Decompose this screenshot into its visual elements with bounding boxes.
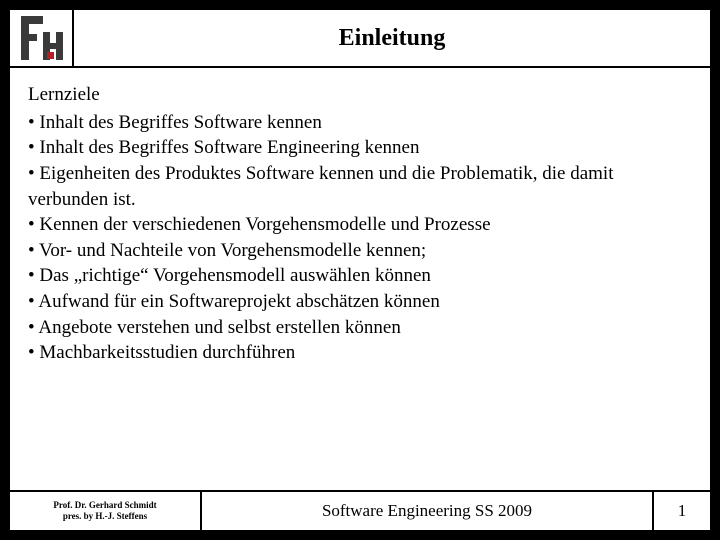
list-item: • Inhalt des Begriffes Software kennen bbox=[28, 110, 692, 136]
author-line-1: Prof. Dr. Gerhard Schmidt bbox=[53, 500, 156, 511]
author-line-2: pres. by H.-J. Steffens bbox=[63, 511, 147, 522]
list-item: • Machbarkeitsstudien durchführen bbox=[28, 340, 692, 366]
bullet-list: • Inhalt des Begriffes Software kennen •… bbox=[28, 110, 692, 366]
list-item: • Vor- und Nachteile von Vorgehensmodell… bbox=[28, 238, 692, 264]
footer-author: Prof. Dr. Gerhard Schmidt pres. by H.-J.… bbox=[10, 492, 202, 530]
slide-footer: Prof. Dr. Gerhard Schmidt pres. by H.-J.… bbox=[8, 490, 712, 532]
list-item: • Das „richtige“ Vorgehensmodell auswähl… bbox=[28, 263, 692, 289]
footer-course: Software Engineering SS 2009 bbox=[202, 492, 654, 530]
slide-title: Einleitung bbox=[339, 25, 446, 52]
slide-header: Einleitung bbox=[8, 8, 712, 68]
list-item: • Aufwand für ein Softwareprojekt abschä… bbox=[28, 289, 692, 315]
logo-box bbox=[10, 10, 74, 66]
list-item: • Kennen der verschiedenen Vorgehensmode… bbox=[28, 212, 692, 238]
slide-body: Lernziele • Inhalt des Begriffes Softwar… bbox=[8, 68, 712, 490]
slide: Einleitung Lernziele • Inhalt des Begrif… bbox=[8, 8, 712, 532]
list-item: • Angebote verstehen und selbst erstelle… bbox=[28, 315, 692, 341]
fh-logo-icon bbox=[17, 14, 65, 62]
subhead: Lernziele bbox=[28, 82, 692, 108]
list-item: • Eigenheiten des Produktes Software ken… bbox=[28, 161, 692, 212]
title-box: Einleitung bbox=[74, 10, 710, 66]
list-item: • Inhalt des Begriffes Software Engineer… bbox=[28, 135, 692, 161]
footer-page-number: 1 bbox=[654, 492, 710, 530]
